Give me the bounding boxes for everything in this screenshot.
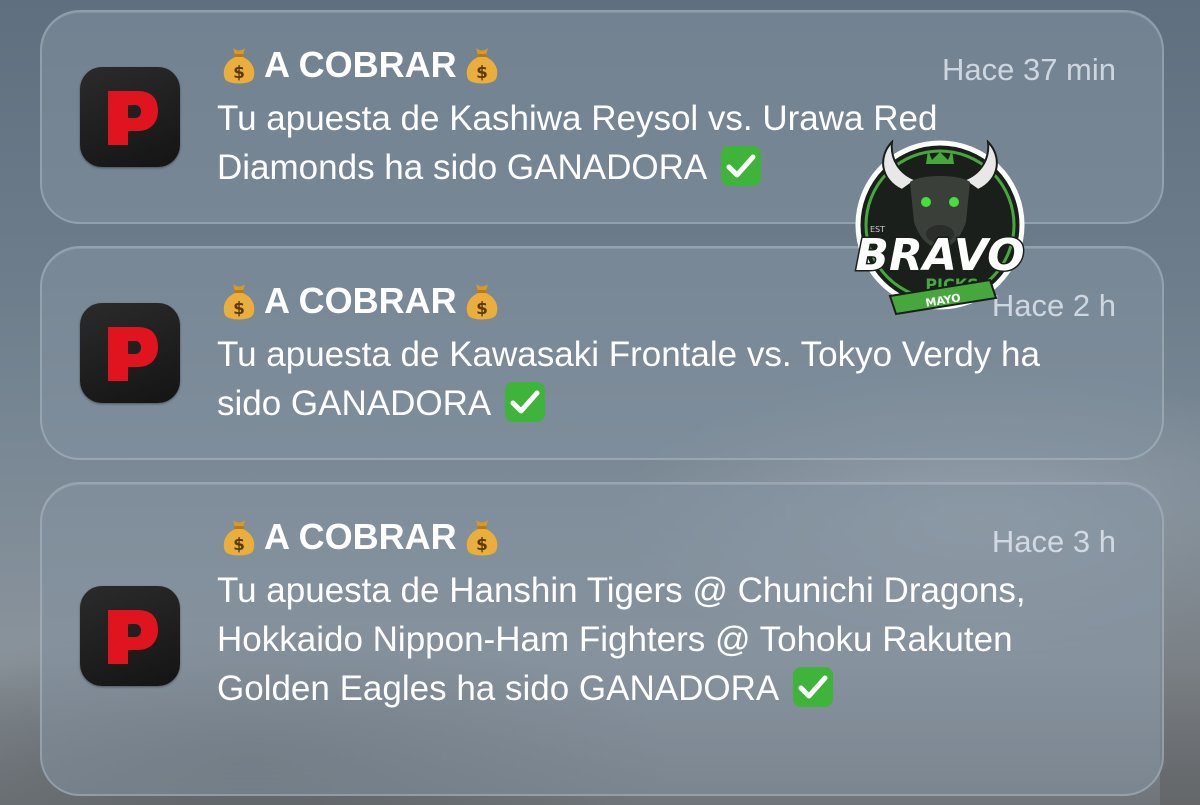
money-bag-icon: $ — [223, 520, 255, 556]
money-bag-icon: $ — [466, 520, 497, 556]
background-structure — [1160, 470, 1200, 805]
notification-title: $ A COBRAR $ — [220, 280, 501, 322]
check-mark-icon — [793, 667, 834, 707]
notification-body-text: Tu apuesta de Hanshin Tigers @ Chunichi … — [217, 571, 1026, 708]
svg-text:$: $ — [476, 63, 488, 83]
svg-text:$: $ — [233, 299, 245, 319]
money-bag-icon: $ — [466, 48, 497, 84]
p-app-icon — [80, 303, 180, 403]
money-bag-icon: $ — [223, 284, 255, 320]
bravo-picks-logo: BRAVO PICKS EST MAYO — [854, 139, 1026, 316]
notification-body: Tu apuesta de Hanshin Tigers @ Chunichi … — [217, 566, 1077, 713]
notification-time: Hace 3 h — [991, 524, 1116, 559]
svg-text:$: $ — [233, 535, 245, 555]
notification-title-text: A COBRAR — [264, 280, 457, 321]
notification-title-text: A COBRAR — [264, 44, 457, 85]
notification-title-text: A COBRAR — [264, 516, 457, 557]
svg-text:$: $ — [476, 535, 488, 555]
notification-body: Tu apuesta de Kawasaki Frontale vs. Toky… — [217, 330, 1077, 428]
p-app-icon — [80, 67, 180, 167]
notification-body-text: Tu apuesta de Kawasaki Frontale vs. Toky… — [217, 335, 1040, 423]
money-bag-icon: $ — [223, 48, 255, 84]
notification-card[interactable]: $ A COBRAR $ Hace 3 h Tu apuesta de Hans… — [40, 482, 1164, 796]
svg-text:$: $ — [476, 299, 488, 319]
est-logo-text: EST — [870, 225, 885, 234]
notification-title: $ A COBRAR $ — [220, 516, 501, 558]
notification-time: Hace 37 min — [941, 52, 1116, 87]
notification-body-text: Tu apuesta de Kashiwa Reysol vs. Urawa R… — [217, 99, 938, 187]
p-app-icon — [80, 586, 180, 686]
svg-text:$: $ — [233, 63, 245, 83]
check-mark-icon — [721, 146, 761, 186]
notification-title: $ A COBRAR $ — [220, 44, 501, 86]
bravo-logo-text: BRAVO — [855, 230, 1024, 281]
check-mark-icon — [505, 382, 546, 422]
money-bag-icon: $ — [466, 284, 497, 320]
